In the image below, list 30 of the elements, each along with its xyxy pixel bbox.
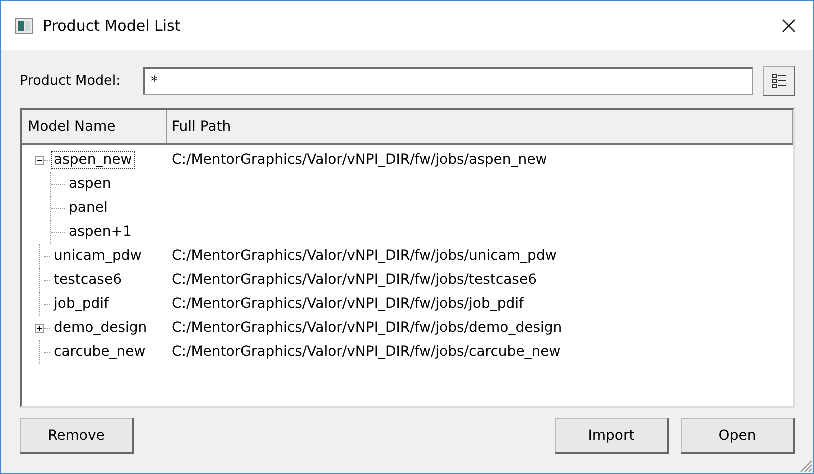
- model-name[interactable]: panel: [66, 199, 111, 217]
- close-icon[interactable]: [781, 18, 797, 34]
- model-name[interactable]: job_pdif: [51, 295, 112, 313]
- path-text: C:/MentorGraphics/Valor/vNPI_DIR/fw/jobs/carcube_new: [172, 344, 561, 360]
- path-text: C:/MentorGraphics/Valor/vNPI_DIR/fw/jobs/job_pdif: [172, 296, 524, 312]
- remove-button[interactable]: Remove: [20, 418, 134, 454]
- model-name[interactable]: demo_design: [51, 319, 150, 337]
- path-text: C:/MentorGraphics/Valor/vNPI_DIR/fw/jobs/aspen_new: [172, 152, 548, 168]
- column-header[interactable]: Model Name: [22, 110, 167, 143]
- model-name[interactable]: carcube_new: [51, 343, 149, 361]
- resize-grip-icon[interactable]: [799, 459, 813, 473]
- list-button[interactable]: [763, 66, 795, 96]
- model-name[interactable]: aspen: [66, 175, 114, 193]
- expander-icon[interactable]: [35, 156, 44, 164]
- model-name[interactable]: aspen_new: [51, 151, 136, 169]
- product-model-field[interactable]: *: [143, 67, 753, 95]
- window-title: Product Model List: [43, 16, 181, 34]
- list-icon: [770, 72, 788, 90]
- column-header[interactable]: Full Path: [167, 110, 793, 143]
- model-name[interactable]: unicam_pdw: [51, 247, 145, 265]
- window-icon: [15, 18, 33, 34]
- path-text: C:/MentorGraphics/Valor/vNPI_DIR/fw/jobs/unicam_pdw: [172, 248, 557, 264]
- import-button[interactable]: Import: [555, 418, 669, 454]
- field-label: Product Model:: [20, 73, 122, 89]
- path-text: C:/MentorGraphics/Valor/vNPI_DIR/fw/jobs/demo_design: [172, 320, 562, 336]
- open-button[interactable]: Open: [681, 418, 795, 454]
- model-name[interactable]: testcase6: [51, 271, 125, 289]
- model-name[interactable]: aspen+1: [66, 223, 135, 241]
- path-text: C:/MentorGraphics/Valor/vNPI_DIR/fw/jobs/testcase6: [172, 272, 537, 288]
- expander-icon[interactable]: [35, 324, 44, 332]
